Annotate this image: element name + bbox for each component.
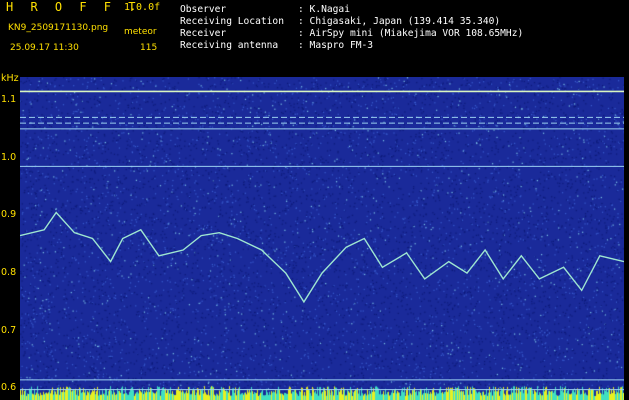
info-label-location: Receiving Location: [180, 16, 284, 27]
file-name: KN9_2509171130.png: [8, 23, 109, 33]
y-tick-label: 0.6: [1, 382, 17, 394]
info-value-antenna: : Maspro FM-3: [298, 40, 374, 51]
y-axis-unit: kHz: [1, 73, 19, 84]
info-value-location: : Chigasaki, Japan (139.414 35.340): [298, 16, 501, 27]
spectrogram-plot: [20, 77, 624, 400]
y-tick-label: 1.1: [1, 94, 17, 106]
y-tick-label: 0.9: [1, 209, 17, 221]
info-label-receiver: Receiver: [180, 28, 227, 39]
info-label-observer: Observer: [180, 4, 227, 15]
app-title: H R O F F T: [6, 0, 141, 14]
y-tick-label: 0.7: [1, 324, 17, 336]
info-value-observer: : K.Nagai: [298, 4, 350, 15]
info-label-antenna: Receiving antenna: [180, 40, 279, 51]
spectrogram-traces: [20, 90, 624, 391]
doppler-trace: [20, 211, 624, 304]
mode-label: meteor: [124, 27, 157, 37]
detection-count: 115: [140, 43, 158, 53]
y-tick-label: 1.0: [1, 151, 17, 163]
header-panel: H R O F F T 1.0.0f KN9_2509171130.png me…: [0, 0, 629, 72]
info-value-receiver: : AirSpy mini (Miakejima VOR 108.65MHz): [298, 28, 524, 39]
date-time: 25.09.17 11:30: [10, 43, 79, 53]
y-tick-label: 0.8: [1, 267, 17, 279]
app-version: 1.0.0f: [124, 2, 161, 13]
